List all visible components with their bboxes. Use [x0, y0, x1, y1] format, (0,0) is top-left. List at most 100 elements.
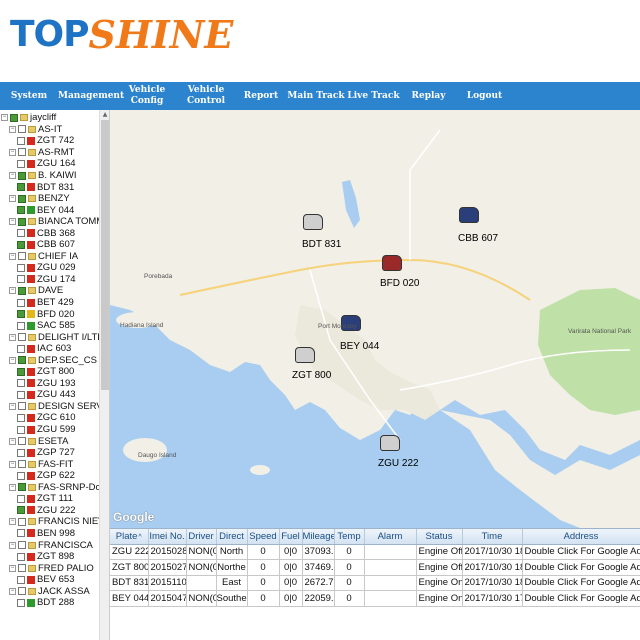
- nav-item[interactable]: Logout: [456, 91, 513, 102]
- tree-checkbox[interactable]: [17, 240, 25, 249]
- tree-checkbox[interactable]: [18, 194, 26, 203]
- tree-group-item[interactable]: − B. KAIWI: [0, 170, 99, 182]
- tree-checkbox[interactable]: [18, 125, 26, 134]
- vehicle-marker-icon[interactable]: [295, 347, 315, 363]
- nav-item[interactable]: Vehicle Control: [176, 85, 236, 107]
- tree-group-item[interactable]: − DESIGN SERVIC: [0, 401, 99, 413]
- tree-vehicle-item[interactable]: BFD 020: [0, 308, 99, 320]
- tree-checkbox[interactable]: [17, 159, 25, 168]
- nav-item[interactable]: Vehicle Config: [118, 85, 176, 107]
- tree-checkbox[interactable]: [18, 483, 26, 492]
- vehicle-marker-icon[interactable]: [459, 207, 479, 223]
- column-header[interactable]: Mileage: [302, 529, 335, 545]
- tree-checkbox[interactable]: [17, 552, 25, 561]
- tree-checkbox[interactable]: [18, 356, 26, 365]
- nav-item[interactable]: Management: [58, 91, 124, 102]
- tree-vehicle-item[interactable]: ZGT 800: [0, 366, 99, 378]
- tree-checkbox[interactable]: [18, 217, 26, 226]
- tree-checkbox[interactable]: [18, 333, 26, 342]
- column-header[interactable]: Time: [462, 529, 523, 545]
- collapse-toggle-icon[interactable]: −: [9, 541, 16, 549]
- collapse-toggle-icon[interactable]: −: [9, 483, 16, 491]
- tree-vehicle-item[interactable]: SAC 585: [0, 320, 99, 332]
- tree-vehicle-item[interactable]: ZGP 727: [0, 447, 99, 459]
- tree-checkbox[interactable]: [17, 390, 25, 399]
- vehicle-marker-icon[interactable]: [380, 435, 400, 451]
- collapse-toggle-icon[interactable]: −: [9, 402, 16, 410]
- nav-item[interactable]: Live Track: [346, 91, 401, 102]
- tree-group-item[interactable]: − BENZY: [0, 193, 99, 205]
- tree-group-item[interactable]: − AS-RMT: [0, 147, 99, 159]
- collapse-toggle-icon[interactable]: −: [9, 218, 16, 226]
- table-row[interactable]: BEY 0442015047NON(0(Southe00|022059.30En…: [110, 590, 640, 607]
- collapse-toggle-icon[interactable]: −: [9, 460, 16, 468]
- column-header[interactable]: Temp: [334, 529, 365, 545]
- tree-checkbox[interactable]: [18, 437, 26, 446]
- column-header[interactable]: Direct: [216, 529, 248, 545]
- collapse-toggle-icon[interactable]: −: [9, 333, 16, 341]
- tree-group-item[interactable]: − DAVE: [0, 285, 99, 297]
- tree-vehicle-item[interactable]: ZGT 111: [0, 493, 99, 505]
- tree-checkbox[interactable]: [17, 575, 25, 584]
- tree-checkbox[interactable]: [10, 113, 18, 122]
- tree-checkbox[interactable]: [17, 263, 25, 272]
- table-row[interactable]: ZGT 8002015027NON(0(Northe00|037469.80En…: [110, 559, 640, 576]
- column-header[interactable]: Alarm: [364, 529, 417, 545]
- tree-checkbox[interactable]: [17, 229, 25, 238]
- tree-checkbox[interactable]: [17, 136, 25, 145]
- tree-vehicle-item[interactable]: BET 429: [0, 297, 99, 309]
- tree-checkbox[interactable]: [17, 206, 25, 215]
- tree-group-item[interactable]: − CHIEF IA: [0, 251, 99, 263]
- tree-vehicle-item[interactable]: ZGT 898: [0, 551, 99, 563]
- column-header[interactable]: Plate^: [110, 529, 149, 545]
- tree-vehicle-item[interactable]: ZGC 610: [0, 412, 99, 424]
- tree-vehicle-item[interactable]: ZGT 742: [0, 135, 99, 147]
- collapse-toggle-icon[interactable]: −: [9, 148, 16, 156]
- column-header[interactable]: Address: [522, 529, 640, 545]
- tree-checkbox[interactable]: [17, 413, 25, 422]
- tree-vehicle-item[interactable]: ZGU 174: [0, 274, 99, 286]
- tree-group-item[interactable]: − DEP.SEC_CS: [0, 354, 99, 366]
- tree-vehicle-item[interactable]: ZGU 599: [0, 424, 99, 436]
- nav-item[interactable]: Replay: [401, 91, 456, 102]
- collapse-toggle-icon[interactable]: −: [9, 518, 16, 526]
- tree-group-item[interactable]: − BIANCA TOMME: [0, 216, 99, 228]
- collapse-toggle-icon[interactable]: −: [9, 195, 16, 203]
- tree-vehicle-item[interactable]: CBB 607: [0, 239, 99, 251]
- column-header[interactable]: Driver: [186, 529, 217, 545]
- tree-checkbox[interactable]: [17, 494, 25, 503]
- tree-checkbox[interactable]: [17, 425, 25, 434]
- tree-vehicle-item[interactable]: BEN 998: [0, 528, 99, 540]
- tree-checkbox[interactable]: [18, 460, 26, 469]
- tree-checkbox[interactable]: [18, 148, 26, 157]
- collapse-toggle-icon[interactable]: −: [9, 125, 16, 133]
- tree-checkbox[interactable]: [17, 506, 25, 515]
- tree-checkbox[interactable]: [17, 275, 25, 284]
- tree-vehicle-item[interactable]: CBB 368: [0, 227, 99, 239]
- tree-vehicle-item[interactable]: ZGP 622: [0, 470, 99, 482]
- tree-checkbox[interactable]: [18, 402, 26, 411]
- collapse-toggle-icon[interactable]: −: [9, 287, 16, 295]
- column-header[interactable]: Status: [416, 529, 463, 545]
- collapse-toggle-icon[interactable]: −: [9, 252, 16, 260]
- tree-checkbox[interactable]: [17, 367, 25, 376]
- collapse-toggle-icon[interactable]: −: [9, 172, 16, 179]
- tree-checkbox[interactable]: [17, 344, 25, 353]
- tree-checkbox[interactable]: [18, 286, 26, 295]
- collapse-toggle-icon[interactable]: −: [9, 356, 16, 364]
- nav-item[interactable]: System: [0, 91, 58, 102]
- column-header[interactable]: Speed: [247, 529, 280, 545]
- tree-checkbox[interactable]: [18, 171, 26, 180]
- nav-item[interactable]: Report: [236, 91, 286, 102]
- tree-checkbox[interactable]: [17, 183, 25, 192]
- tree-vehicle-item[interactable]: ZGU 164: [0, 158, 99, 170]
- tree-checkbox[interactable]: [18, 564, 26, 573]
- tree-group-item[interactable]: − ESETA: [0, 435, 99, 447]
- tree-checkbox[interactable]: [17, 310, 25, 319]
- tree-scroll-thumb[interactable]: [101, 120, 109, 390]
- tree-vehicle-item[interactable]: BDT 288: [0, 597, 99, 609]
- tree-checkbox[interactable]: [17, 448, 25, 457]
- nav-item[interactable]: Main Track: [286, 91, 346, 102]
- tree-vehicle-item[interactable]: BEY 044: [0, 204, 99, 216]
- tree-vehicle-item[interactable]: BEV 653: [0, 574, 99, 586]
